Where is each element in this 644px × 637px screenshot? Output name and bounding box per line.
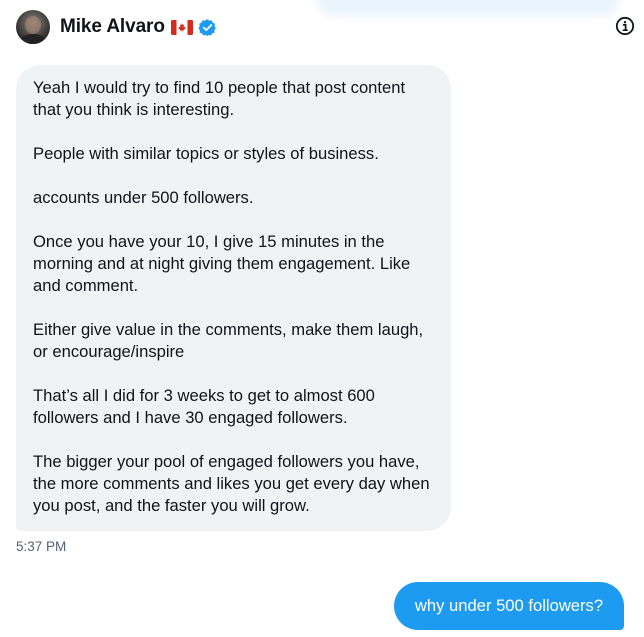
message-paragraph: Yeah I would try to find 10 people that … <box>33 78 406 119</box>
avatar[interactable] <box>16 10 50 44</box>
message-paragraph: Either give value in the comments, make … <box>33 320 424 361</box>
message-paragraph: Once you have your 10, I give 15 minutes… <box>33 232 411 295</box>
info-icon[interactable] <box>615 16 635 36</box>
message-paragraph: accounts under 500 followers. <box>33 188 254 207</box>
message-paragraph: That’s all I did for 3 weeks to get to a… <box>33 386 375 427</box>
message-paragraph: People with similar topics or styles of … <box>33 144 379 163</box>
outgoing-message-text: why under 500 followers? <box>414 596 604 615</box>
outgoing-message-bubble[interactable]: why under 500 followers? <box>394 582 624 630</box>
conversation-header: Mike Alvaro <box>16 10 634 44</box>
verified-badge-icon <box>198 18 216 36</box>
profile-name[interactable]: Mike Alvaro <box>60 16 165 38</box>
canada-flag-icon <box>170 19 193 35</box>
message-timestamp: 5:37 PM <box>16 539 67 554</box>
message-paragraph: The bigger your pool of engaged follower… <box>33 452 430 515</box>
incoming-message-bubble[interactable]: Yeah I would try to find 10 people that … <box>16 65 451 531</box>
